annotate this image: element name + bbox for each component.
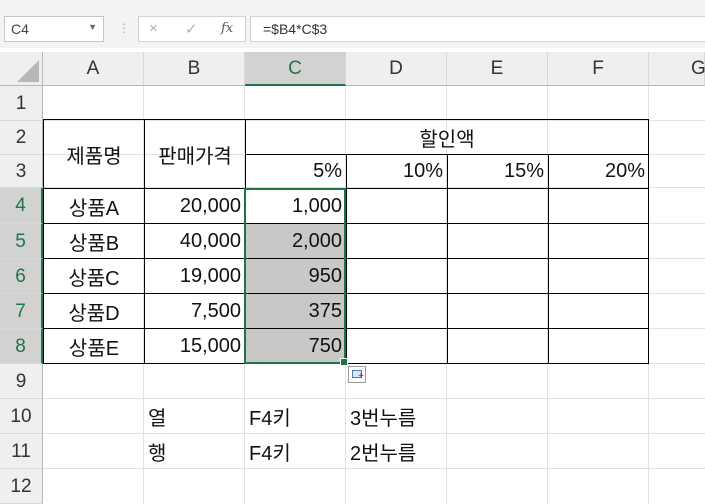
column-header-c[interactable]: C — [245, 52, 346, 86]
product-price-cell[interactable]: 7,500 — [145, 294, 245, 328]
product-price-cell[interactable]: 15,000 — [145, 329, 245, 363]
row-header-3[interactable]: 3 — [0, 155, 43, 188]
fill-handle[interactable] — [340, 358, 348, 366]
row-header-4[interactable]: 4 — [0, 188, 43, 224]
selection-range — [244, 188, 348, 366]
product-name-cell[interactable]: 상품B — [44, 224, 144, 258]
product-price-cell[interactable]: 19,000 — [145, 259, 245, 293]
rate-10[interactable]: 10% — [347, 155, 447, 188]
drag-handle-icon[interactable]: ⋮ — [118, 22, 130, 34]
product-price-cell[interactable]: 20,000 — [145, 189, 245, 223]
column-header-g[interactable]: G — [649, 52, 705, 86]
formula-buttons: × ✓ fx — [138, 16, 246, 42]
header-sale-price[interactable]: 판매가격 — [145, 120, 245, 188]
cancel-icon[interactable]: × — [149, 20, 158, 37]
column-header-f[interactable]: F — [548, 52, 649, 86]
rate-15[interactable]: 15% — [448, 155, 548, 188]
note-action-column[interactable]: 3번누름 — [346, 399, 446, 433]
header-product-name[interactable]: 제품명 — [44, 120, 144, 188]
product-name-cell[interactable]: 상품A — [44, 189, 144, 223]
product-price-cell[interactable]: 40,000 — [145, 224, 245, 258]
note-label-row[interactable]: 행 — [144, 434, 244, 468]
row-header-9[interactable]: 9 — [0, 364, 43, 399]
rate-5[interactable]: 5% — [246, 155, 346, 188]
column-header-d[interactable]: D — [346, 52, 447, 86]
ribbon-bottom-strip — [0, 0, 705, 10]
product-name-cell[interactable]: 상품C — [44, 259, 144, 293]
note-action-row[interactable]: 2번누름 — [346, 434, 446, 468]
enter-icon[interactable]: ✓ — [185, 20, 198, 38]
row-header-12[interactable]: 12 — [0, 469, 43, 504]
note-label-column[interactable]: 열 — [144, 399, 244, 433]
name-box-value: C4 — [11, 21, 29, 37]
chevron-down-icon[interactable]: ▼ — [88, 22, 97, 32]
row-header-1[interactable]: 1 — [0, 86, 43, 121]
header-discount[interactable]: 할인액 — [246, 120, 648, 154]
row-header-6[interactable]: 6 — [0, 259, 43, 294]
product-name-cell[interactable]: 상품E — [44, 329, 144, 363]
column-header-e[interactable]: E — [447, 52, 548, 86]
column-header-a[interactable]: A — [43, 52, 144, 86]
row-header-7[interactable]: 7 — [0, 294, 43, 329]
quick-analysis-icon[interactable]: + — [348, 366, 366, 383]
insert-function-icon[interactable]: fx — [221, 21, 233, 36]
note-key-row[interactable]: F4키 — [245, 434, 345, 468]
formula-bar-area: C4 ▼ ⋮ × ✓ fx =$B4*C$3 — [0, 10, 705, 48]
formula-input[interactable]: =$B4*C$3 — [250, 16, 705, 42]
row-header-11[interactable]: 11 — [0, 434, 43, 469]
row-header-10[interactable]: 10 — [0, 399, 43, 434]
name-box[interactable]: C4 ▼ — [4, 16, 104, 42]
product-name-cell[interactable]: 상품D — [44, 294, 144, 328]
select-all-button[interactable] — [0, 52, 43, 86]
rate-20[interactable]: 20% — [549, 155, 649, 188]
column-header-b[interactable]: B — [144, 52, 245, 86]
note-key-column[interactable]: F4키 — [245, 399, 345, 433]
row-header-5[interactable]: 5 — [0, 224, 43, 259]
row-header-8[interactable]: 8 — [0, 329, 43, 364]
row-header-2[interactable]: 2 — [0, 121, 43, 155]
